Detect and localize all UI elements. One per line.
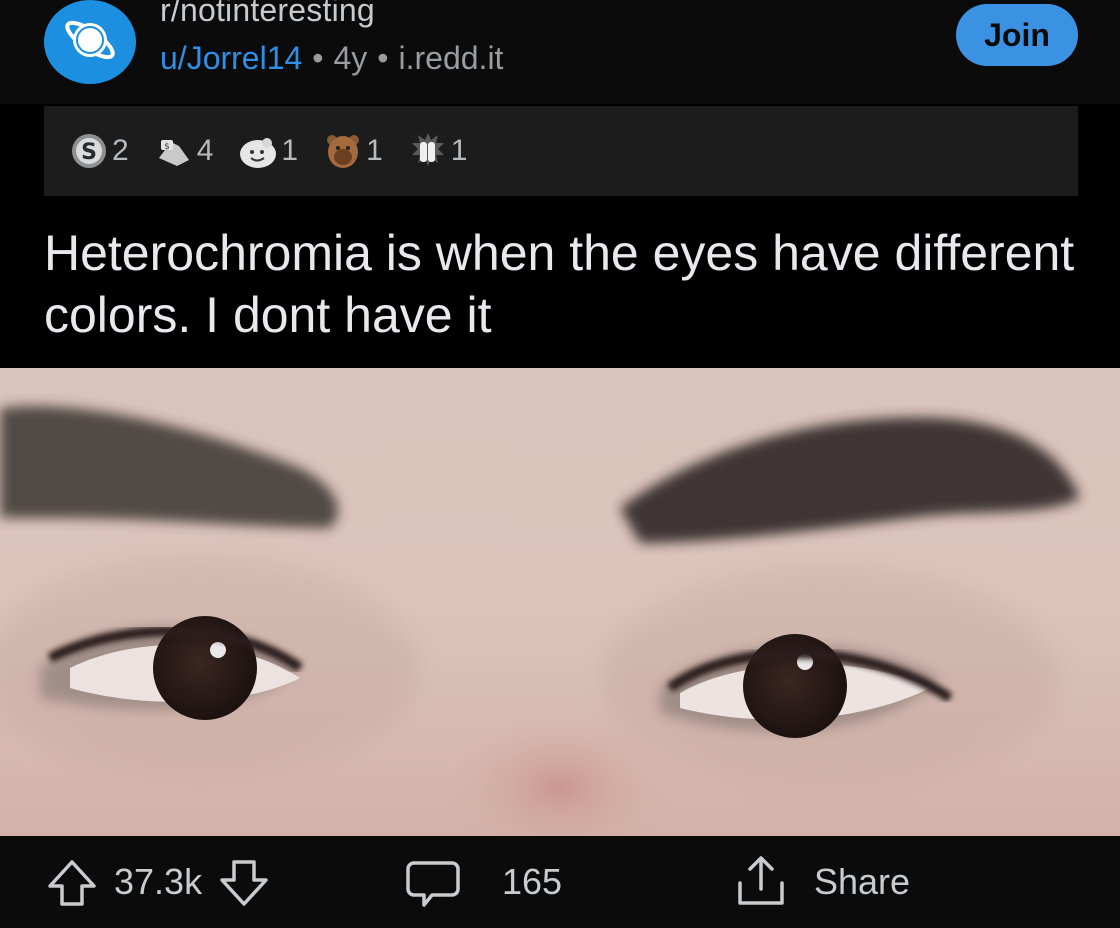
- vote-count: 37.3k: [114, 861, 203, 902]
- svg-text:$: $: [164, 142, 170, 152]
- share-label: Share: [814, 861, 911, 902]
- award-count: 1: [281, 134, 299, 167]
- award-helpful[interactable]: $ 4: [153, 130, 214, 172]
- post-meta: u/Jorrel14 • 4y • i.redd.it: [160, 40, 503, 77]
- post-domain[interactable]: i.redd.it: [399, 40, 504, 76]
- award-wholesome[interactable]: 1: [237, 130, 298, 172]
- eyes-photo: [0, 368, 1120, 836]
- award-count: 1: [366, 134, 383, 167]
- share-button[interactable]: Share: [732, 836, 910, 928]
- comments-button[interactable]: 165: [404, 836, 562, 928]
- upvote-icon[interactable]: [44, 854, 100, 910]
- post-image[interactable]: [0, 368, 1120, 836]
- award-count: 4: [196, 134, 214, 167]
- silver-award-icon: S: [68, 130, 110, 172]
- separator-dot: •: [312, 40, 324, 76]
- downvote-icon[interactable]: [216, 854, 272, 910]
- bear-award-icon: [322, 130, 364, 172]
- award-facepalm[interactable]: 1: [407, 130, 468, 172]
- post-title[interactable]: Heterochromia is when the eyes have diff…: [44, 222, 1084, 346]
- facepalm-award-icon: [407, 130, 449, 172]
- award-bear[interactable]: 1: [322, 130, 383, 172]
- comment-icon: [406, 861, 460, 907]
- planet-icon: [65, 20, 115, 60]
- join-button[interactable]: Join: [956, 4, 1078, 66]
- wholesome-face-award-icon: [237, 130, 279, 172]
- award-silver[interactable]: S 2: [68, 130, 129, 172]
- separator-dot: •: [377, 40, 389, 76]
- vote-group: 37.3k: [44, 836, 272, 928]
- comment-count: 165: [502, 861, 563, 902]
- share-icon: [738, 856, 784, 905]
- post-age: 4y: [333, 40, 368, 76]
- post-actions: 37.3k 165 Share: [0, 836, 1120, 928]
- author-link[interactable]: u/Jorrel14: [160, 40, 302, 76]
- subreddit-avatar[interactable]: [44, 0, 136, 84]
- helpful-hands-award-icon: $: [153, 130, 195, 172]
- awards-bar[interactable]: S 2 $ 4 1 1 1: [44, 106, 1078, 196]
- post-header: r/notinteresting u/Jorrel14 • 4y • i.redd.it…: [0, 0, 1120, 104]
- svg-text:S: S: [81, 140, 97, 165]
- award-count: 1: [450, 134, 468, 167]
- award-count: 2: [112, 134, 129, 167]
- subreddit-name[interactable]: r/notinteresting: [160, 0, 375, 29]
